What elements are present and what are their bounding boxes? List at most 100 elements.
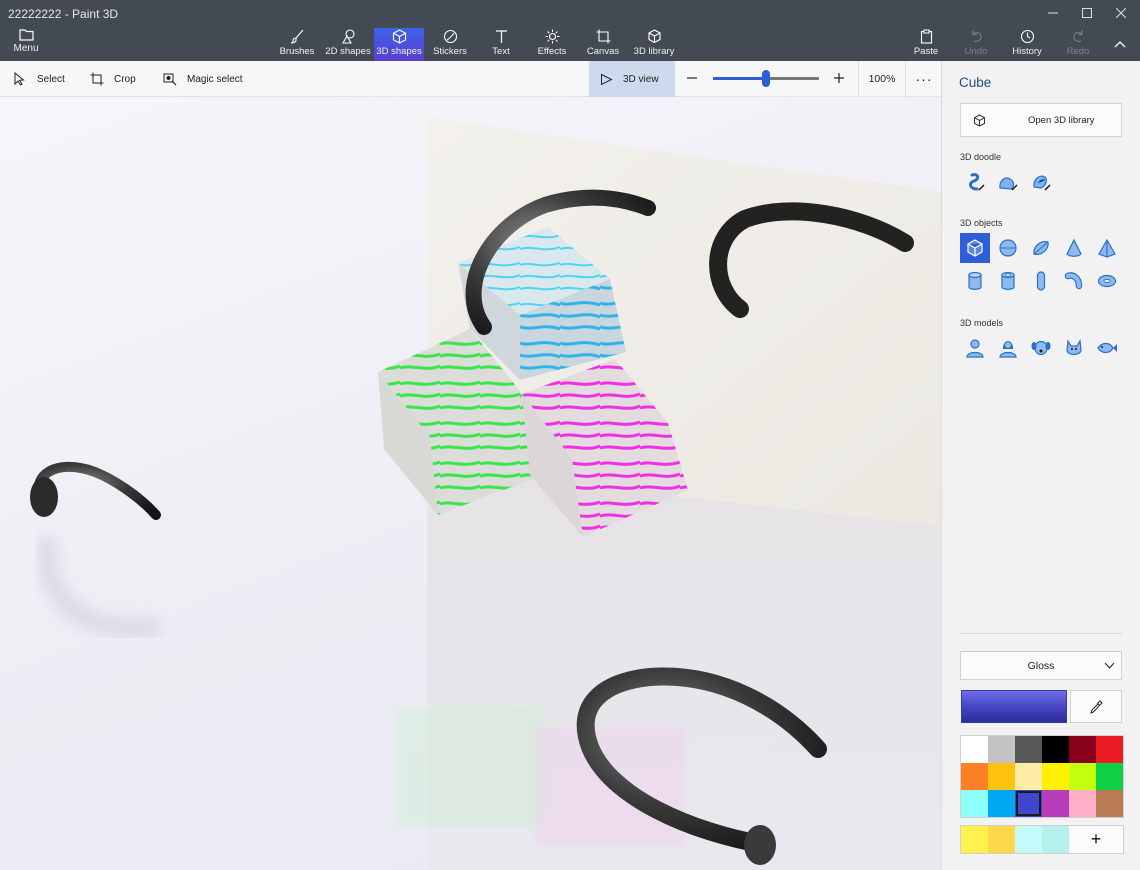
color-swatch[interactable] xyxy=(1015,736,1042,763)
cube-button[interactable] xyxy=(960,233,990,263)
cursor-icon xyxy=(14,72,25,86)
zoom-level[interactable]: 100% xyxy=(858,61,906,97)
color-swatch[interactable] xyxy=(1096,790,1123,817)
sphere-icon xyxy=(999,239,1017,257)
fish-model-button[interactable] xyxy=(1092,333,1122,363)
crop-button[interactable]: Crop xyxy=(90,61,136,97)
3d-scene[interactable] xyxy=(0,97,941,870)
open-3d-library-button[interactable]: Open 3D library xyxy=(960,103,1122,137)
menu-button[interactable]: Menu xyxy=(8,28,44,58)
doodle-section-label: 3D doodle xyxy=(960,152,1002,162)
eyedropper-icon xyxy=(1090,699,1103,714)
color-swatch[interactable] xyxy=(1096,736,1123,763)
add-color-button[interactable]: + xyxy=(1069,826,1123,853)
zoom-in-button[interactable] xyxy=(832,71,846,85)
color-swatch[interactable] xyxy=(961,763,988,790)
zoom-out-button[interactable] xyxy=(685,71,699,85)
sphere-button[interactable] xyxy=(993,233,1023,263)
custom-color-swatch[interactable] xyxy=(988,826,1015,853)
zoom-slider-thumb[interactable] xyxy=(762,70,770,87)
color-swatch[interactable] xyxy=(1042,763,1069,790)
tube-doodle-button[interactable] xyxy=(1026,167,1056,197)
magic-select-button[interactable]: Magic select xyxy=(163,61,243,97)
redo-icon xyxy=(1072,30,1083,42)
donut-button[interactable] xyxy=(1092,266,1122,296)
color-swatch[interactable] xyxy=(988,763,1015,790)
close-button[interactable] xyxy=(1104,2,1138,24)
donut-icon xyxy=(1097,274,1117,288)
cone-icon xyxy=(1066,238,1082,257)
select-label: Select xyxy=(37,73,65,85)
material-dropdown[interactable]: Gloss xyxy=(960,651,1122,680)
material-label: Gloss xyxy=(1027,659,1055,672)
woman-model-button[interactable] xyxy=(993,333,1023,363)
color-swatch[interactable] xyxy=(961,790,988,817)
man-model-button[interactable] xyxy=(960,333,990,363)
3d-library-icon xyxy=(974,113,985,127)
curved-tube-button[interactable] xyxy=(1059,266,1089,296)
models-section-label: 3D models xyxy=(960,318,1004,328)
color-swatch[interactable] xyxy=(1069,790,1096,817)
color-swatch[interactable] xyxy=(1015,790,1042,817)
tab-text[interactable]: Text xyxy=(485,28,517,61)
tab-2d-shapes[interactable]: 2D shapes xyxy=(325,28,371,61)
custom-color-swatch[interactable] xyxy=(961,826,988,853)
close-icon xyxy=(1116,8,1126,18)
color-swatch[interactable] xyxy=(961,736,988,763)
color-swatch[interactable] xyxy=(1042,736,1069,763)
color-swatch[interactable] xyxy=(1015,763,1042,790)
soft-doodle-button[interactable] xyxy=(993,167,1023,197)
woman-icon xyxy=(999,341,1017,358)
3d-view-toggle[interactable]: 3D view xyxy=(589,61,675,97)
dog-model-button[interactable] xyxy=(1026,333,1056,363)
fish-icon xyxy=(1097,342,1117,354)
more-options-button[interactable]: ··· xyxy=(912,61,936,97)
3d-shapes-icon xyxy=(392,29,406,44)
tab-effects[interactable]: Effects xyxy=(534,28,570,61)
color-swatch[interactable] xyxy=(988,736,1015,763)
maximize-icon xyxy=(1082,8,1092,18)
tab-stickers[interactable]: Stickers xyxy=(432,28,468,61)
cube-icon xyxy=(967,239,983,257)
tab-3d-library[interactable]: 3D library xyxy=(632,28,676,61)
cat-model-button[interactable] xyxy=(1059,333,1089,363)
left-doodle-end xyxy=(30,477,58,517)
cylinder-icon xyxy=(968,271,982,290)
canvas-icon xyxy=(596,29,610,44)
collapse-ribbon-icon[interactable] xyxy=(1112,36,1128,52)
pyramid-button[interactable] xyxy=(1092,233,1122,263)
dog-icon xyxy=(1031,340,1051,356)
text-icon xyxy=(495,30,507,43)
color-swatch[interactable] xyxy=(1069,736,1096,763)
history-button[interactable]: History xyxy=(1008,28,1046,61)
redo-button[interactable]: Redo xyxy=(1062,28,1094,61)
zoom-slider[interactable] xyxy=(713,70,819,87)
hemisphere-button[interactable] xyxy=(1026,233,1056,263)
custom-color-swatch[interactable] xyxy=(1015,826,1042,853)
paste-button[interactable]: Paste xyxy=(910,28,942,61)
crop-label: Crop xyxy=(114,73,136,85)
tab-3d-shapes[interactable]: 3D shapes xyxy=(374,28,424,61)
green-cube-reflection xyxy=(395,707,545,827)
minimize-button[interactable] xyxy=(1036,2,1070,24)
canvas-area[interactable] xyxy=(0,97,941,870)
eyedropper-button[interactable] xyxy=(1070,690,1122,723)
current-color-swatch[interactable] xyxy=(961,690,1067,723)
tab-brushes[interactable]: Brushes xyxy=(279,28,315,61)
color-swatch[interactable] xyxy=(1096,763,1123,790)
tab-canvas[interactable]: Canvas xyxy=(585,28,621,61)
tube-button[interactable] xyxy=(993,266,1023,296)
cylinder-button[interactable] xyxy=(960,266,990,296)
custom-color-swatch[interactable] xyxy=(1042,826,1069,853)
select-button[interactable]: Select xyxy=(13,61,65,97)
maximize-button[interactable] xyxy=(1070,2,1104,24)
color-swatch[interactable] xyxy=(988,790,1015,817)
tab-label: Stickers xyxy=(433,46,467,57)
undo-button[interactable]: Undo xyxy=(960,28,992,61)
redo-label: Redo xyxy=(1066,46,1090,57)
cone-button[interactable] xyxy=(1059,233,1089,263)
color-swatch[interactable] xyxy=(1042,790,1069,817)
capsule-button[interactable] xyxy=(1026,266,1056,296)
color-swatch[interactable] xyxy=(1069,763,1096,790)
sharp-doodle-button[interactable] xyxy=(960,167,990,197)
